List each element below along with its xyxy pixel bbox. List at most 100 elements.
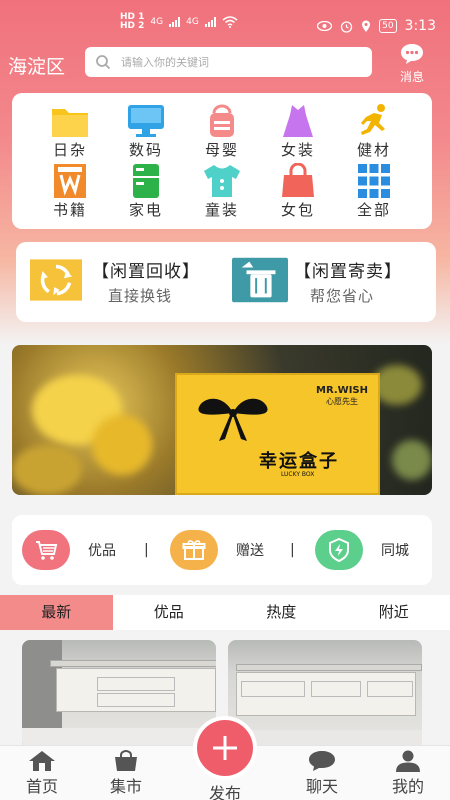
service-label: 赠送 — [236, 543, 264, 559]
category-label: 健材 — [356, 141, 391, 159]
category-label: 家电 — [128, 201, 163, 219]
nav-home[interactable]: 首页 — [12, 750, 72, 797]
chat-bubble-icon — [401, 44, 423, 64]
bow-icon — [198, 398, 268, 441]
publish-button-inner — [197, 720, 253, 776]
nav-market[interactable]: 集市 — [96, 750, 156, 797]
brand-line-1: MR.WISH — [316, 385, 368, 396]
shopping-bag-icon — [115, 750, 137, 771]
promo-banner[interactable]: MR.WISH 心愿先生 幸运盒子 LUCKY BOX — [12, 345, 432, 495]
brand-line-2: 心愿先生 — [326, 397, 359, 406]
baby-bag-icon — [210, 104, 234, 137]
lucky-box-image: MR.WISH 心愿先生 幸运盒子 LUCKY BOX — [175, 373, 380, 495]
kids-shirt-icon — [204, 165, 240, 197]
clock: 3:13 — [404, 18, 436, 34]
box-brand: MR.WISH 心愿先生 — [316, 385, 368, 407]
tab-popular[interactable]: 热度 — [225, 595, 338, 630]
service-gift[interactable]: 赠送 — [170, 530, 264, 570]
nav-chat[interactable]: 聊天 — [292, 750, 352, 797]
nav-profile[interactable]: 我的 — [378, 750, 438, 797]
home-icon — [29, 751, 55, 771]
category-books[interactable]: 书籍 — [40, 163, 100, 219]
category-fitness[interactable]: 健材 — [344, 103, 404, 159]
grid-icon — [358, 164, 390, 198]
category-kids-clothing[interactable]: 童装 — [192, 163, 252, 219]
handbag-icon — [282, 163, 314, 197]
monitor-icon — [128, 105, 164, 137]
category-daily[interactable]: 日杂 — [40, 103, 100, 159]
search-input[interactable] — [121, 55, 351, 69]
banner-decoration — [12, 445, 82, 495]
category-label: 母婴 — [204, 141, 239, 159]
wifi-icon — [222, 16, 238, 28]
consign-entry[interactable]: 【闲置寄卖】 帮您省心 — [232, 257, 432, 307]
category-label: 全部 — [356, 201, 391, 219]
alarm-icon — [340, 20, 353, 33]
recycle-subtitle: 直接换钱 — [108, 287, 173, 305]
plus-icon — [213, 736, 237, 760]
banner-decoration — [92, 415, 152, 475]
sim2-label: HD 2 — [120, 21, 145, 31]
tab-nearby[interactable]: 附近 — [338, 595, 450, 630]
feed-tabs: 最新 优品 热度 附近 — [0, 595, 450, 630]
service-local[interactable]: 同城 — [315, 530, 409, 570]
category-label: 数码 — [128, 141, 163, 159]
tab-quality[interactable]: 优品 — [113, 595, 226, 630]
signal-icon-2 — [204, 17, 216, 27]
consign-title: 【闲置寄卖】 — [294, 262, 402, 282]
network-indicators: HD 1 HD 2 4G 4G — [120, 13, 238, 31]
message-button[interactable]: 消息 — [392, 42, 432, 85]
gift-icon — [170, 530, 218, 570]
product-photo-cabinet — [236, 672, 416, 716]
dress-icon — [283, 105, 313, 137]
product-photo-cabinet-top — [236, 664, 422, 671]
nav-label: 聊天 — [305, 777, 338, 796]
recycle-entry[interactable]: 【闲置回收】 直接换钱 — [30, 257, 220, 307]
tab-latest[interactable]: 最新 — [0, 595, 113, 630]
category-appliances[interactable]: 家电 — [116, 163, 176, 219]
category-label: 童装 — [204, 201, 239, 219]
user-icon — [396, 750, 420, 772]
banner-decoration — [392, 440, 432, 480]
category-label: 女装 — [280, 141, 315, 159]
nav-label: 我的 — [391, 777, 424, 796]
category-womens-clothing[interactable]: 女装 — [268, 103, 328, 159]
recycle-title: 【闲置回收】 — [92, 262, 200, 282]
chat-icon — [309, 751, 335, 771]
nav-label: 集市 — [109, 777, 142, 796]
category-all[interactable]: 全部 — [344, 163, 404, 219]
category-label: 书籍 — [52, 201, 87, 219]
folder-icon — [52, 109, 88, 137]
banner-subtitle: LUCKY BOX — [281, 471, 315, 478]
product-card[interactable] — [228, 640, 422, 750]
location-selector[interactable]: 海淀区 — [8, 52, 65, 79]
network-type-2: 4G — [186, 17, 199, 27]
recycle-icon — [30, 259, 82, 301]
battery-icon: 50 — [379, 19, 397, 33]
banner-title: 幸运盒子 — [259, 451, 339, 472]
separator: | — [290, 542, 295, 558]
book-icon — [54, 164, 86, 198]
product-photo-cabinet — [56, 668, 216, 712]
category-grid: 日杂 数码 母婴 女装 健材 书籍 家电 童装 女包 全部 — [12, 93, 432, 229]
running-icon — [361, 104, 385, 135]
nav-label: 发布 — [208, 784, 241, 800]
category-handbags[interactable]: 女包 — [268, 163, 328, 219]
message-label: 消息 — [399, 70, 424, 84]
category-baby[interactable]: 母婴 — [192, 103, 252, 159]
eye-icon — [317, 21, 333, 31]
location-pin-icon — [362, 20, 371, 32]
service-quality[interactable]: 优品 — [22, 530, 116, 570]
product-card[interactable] — [22, 640, 216, 750]
service-label: 同城 — [381, 543, 409, 559]
nav-publish-label[interactable]: 发布 — [195, 780, 255, 800]
trash-bin-icon — [232, 257, 288, 303]
search-bar[interactable] — [85, 47, 372, 77]
fridge-icon — [133, 164, 159, 198]
product-photo-cabinet-top — [50, 660, 216, 667]
publish-button[interactable] — [193, 716, 257, 780]
consign-subtitle: 帮您省心 — [310, 287, 375, 305]
status-bar: HD 1 HD 2 4G 4G 50 3:13 — [0, 0, 450, 40]
category-digital[interactable]: 数码 — [116, 103, 176, 159]
separator: | — [144, 542, 149, 558]
